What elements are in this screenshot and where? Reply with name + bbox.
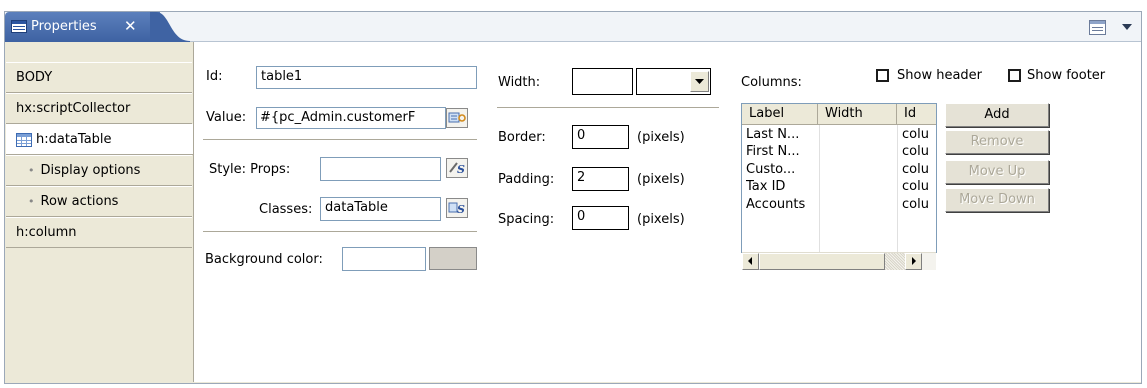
show-header-label: Show header — [897, 68, 983, 83]
nav-item-row-actions[interactable]: • Row actions — [6, 186, 192, 217]
spacing-unit-label: (pixels) — [637, 212, 685, 227]
color-swatch-button[interactable] — [429, 247, 477, 270]
chevron-down-icon — [695, 79, 704, 84]
bind-value-button[interactable] — [446, 108, 468, 128]
cell-label: Custo... — [746, 162, 796, 177]
column-divider — [819, 125, 820, 252]
cell-label: Last N... — [746, 127, 800, 142]
move-down-button[interactable]: Move Down — [945, 188, 1049, 212]
classes-input[interactable]: dataTable — [320, 197, 441, 221]
close-icon[interactable]: ✕ — [124, 17, 137, 35]
nav-item-label: BODY — [16, 70, 53, 85]
background-color-input[interactable] — [342, 247, 426, 271]
width-input[interactable] — [572, 68, 633, 95]
chevron-down-icon[interactable] — [1121, 22, 1133, 32]
classes-label: Classes: — [259, 202, 313, 217]
nav-item-label: Row actions — [40, 194, 119, 209]
svg-text:S: S — [457, 163, 465, 176]
nav-item-column[interactable]: h:column — [6, 217, 192, 248]
separator — [203, 139, 477, 141]
column-header-width[interactable]: Width — [818, 104, 897, 125]
nav-item-label: h:column — [16, 225, 77, 240]
properties-icon — [11, 20, 27, 33]
border-label: Border: — [498, 130, 546, 145]
width-label: Width: — [498, 75, 541, 90]
scroll-track[interactable] — [885, 253, 905, 270]
cell-label: Tax ID — [746, 179, 786, 194]
background-color-label: Background color: — [205, 252, 323, 267]
column-header-id[interactable]: Id — [897, 104, 936, 125]
spacing-label: Spacing: — [498, 212, 555, 227]
show-footer-checkbox[interactable] — [1008, 69, 1021, 82]
cell-label: First N... — [746, 144, 800, 159]
id-input[interactable]: table1 — [256, 66, 477, 89]
columns-label: Columns: — [741, 75, 802, 90]
dropdown-arrow-button[interactable] — [690, 71, 709, 92]
add-column-button[interactable]: Add — [945, 103, 1049, 127]
table-icon — [16, 133, 32, 147]
nav-item-datatable[interactable]: h:dataTable — [6, 124, 193, 155]
bullet: • — [28, 195, 35, 208]
arrow-left-icon — [748, 257, 752, 265]
cell-id: colu — [902, 179, 929, 194]
style-props-label: Style: Props: — [209, 162, 291, 177]
padding-unit-label: (pixels) — [637, 172, 685, 187]
nav-item-label: h:dataTable — [36, 132, 112, 147]
columns-horizontal-scrollbar[interactable] — [742, 252, 936, 270]
column-header-label[interactable]: Label — [742, 104, 818, 125]
separator — [203, 231, 477, 233]
id-label: Id: — [206, 69, 223, 84]
remove-column-button[interactable]: Remove — [945, 130, 1049, 154]
border-input[interactable]: 0 — [572, 125, 629, 149]
show-footer-label: Show footer — [1027, 68, 1106, 83]
nav-item-label: hx:scriptCollector — [16, 101, 131, 116]
arrow-right-icon — [912, 257, 916, 265]
width-unit-dropdown[interactable] — [636, 68, 711, 95]
view-menu-icon[interactable] — [1089, 20, 1106, 35]
spacing-input[interactable]: 0 — [572, 206, 629, 230]
column-divider — [897, 125, 898, 252]
tab-edge — [150, 12, 190, 42]
style-props-input[interactable] — [320, 157, 441, 181]
separator — [497, 107, 719, 109]
nav-item-body[interactable]: BODY — [6, 62, 192, 93]
nav-item-scriptcollector[interactable]: hx:scriptCollector — [6, 93, 192, 124]
padding-input[interactable]: 2 — [572, 167, 629, 191]
cell-id: colu — [902, 197, 929, 212]
move-up-button[interactable]: Move Up — [945, 160, 1049, 184]
cell-id: colu — [902, 162, 929, 177]
style-edit-icon: S — [449, 162, 465, 176]
cell-id: colu — [902, 144, 929, 159]
value-label: Value: — [206, 110, 247, 125]
scroll-right-button[interactable] — [905, 253, 922, 270]
cell-id: colu — [902, 127, 929, 142]
show-header-checkbox[interactable] — [876, 69, 889, 82]
property-sections-nav: BODY hx:scriptCollector h:dataTable • Dis… — [6, 42, 193, 382]
pick-classes-button[interactable]: S — [446, 198, 468, 218]
style-class-icon: S — [448, 202, 465, 216]
border-unit-label: (pixels) — [637, 130, 685, 145]
nav-item-display-options[interactable]: • Display options — [6, 155, 192, 186]
nav-item-label: Display options — [40, 163, 141, 178]
padding-label: Padding: — [498, 172, 555, 187]
edit-style-button[interactable]: S — [446, 158, 468, 178]
bullet: • — [28, 164, 35, 177]
scroll-left-button[interactable] — [742, 253, 759, 270]
value-input[interactable]: #{pc_Admin.customerF — [256, 107, 446, 129]
scroll-thumb[interactable] — [759, 253, 885, 270]
bind-data-icon — [448, 112, 466, 123]
svg-text:S: S — [457, 203, 465, 216]
cell-label: Accounts — [746, 197, 806, 212]
tab-title: Properties — [31, 19, 97, 34]
